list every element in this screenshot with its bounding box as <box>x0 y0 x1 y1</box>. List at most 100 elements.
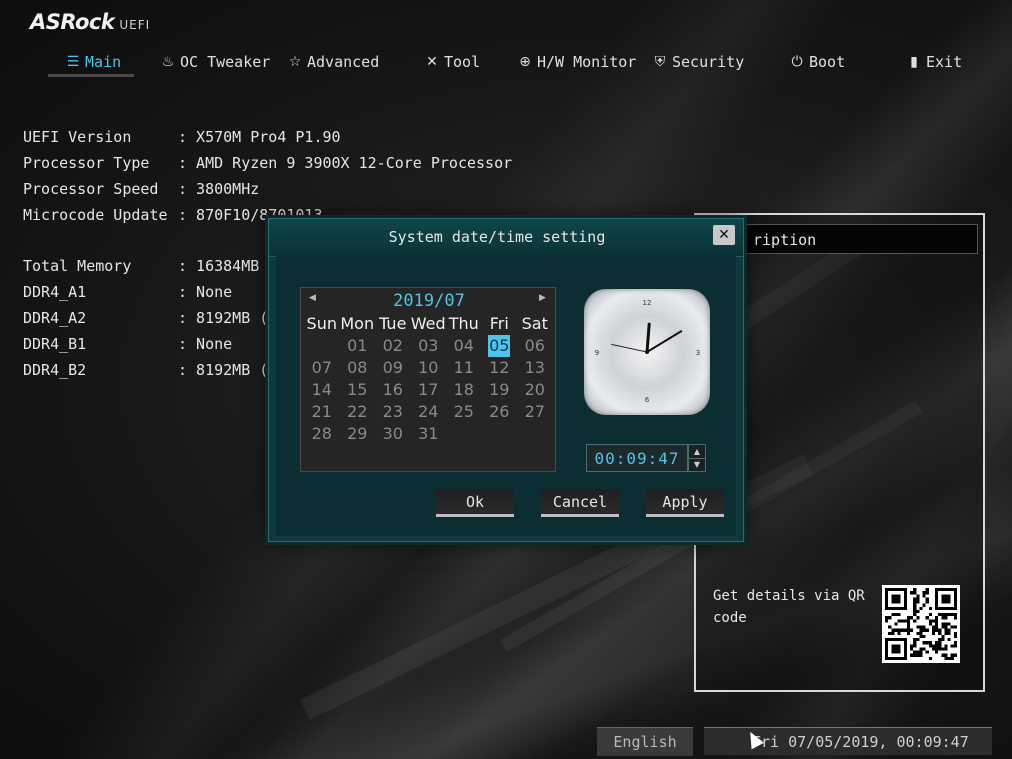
tab-exit[interactable]: ▮ Exit <box>906 50 962 74</box>
qr-module <box>913 641 917 645</box>
calendar-day[interactable]: 20 <box>517 379 553 401</box>
calendar-day[interactable]: 08 <box>340 357 376 379</box>
qr-module <box>941 613 945 617</box>
tab-tool[interactable]: ✕ Tool <box>424 50 480 74</box>
calendar-day[interactable]: 09 <box>375 357 411 379</box>
calendar-day[interactable]: 22 <box>340 401 376 423</box>
next-month-icon[interactable]: ▶ <box>539 293 546 303</box>
tab-label: Exit <box>926 53 963 71</box>
calendar-day[interactable]: 21 <box>304 401 340 423</box>
tab-main[interactable]: ☰ Main <box>65 50 121 74</box>
tab-security[interactable]: ⛨ Security <box>652 50 745 74</box>
qr-module <box>928 606 932 610</box>
calendar-day-selected[interactable]: 05 <box>482 335 518 357</box>
calendar-day[interactable]: 03 <box>411 335 447 357</box>
calendar-day[interactable]: 27 <box>517 401 553 423</box>
calendar-day[interactable]: 12 <box>482 357 518 379</box>
qr-module <box>925 591 929 595</box>
qr-module <box>925 628 929 632</box>
calendar-weekday: Sun <box>306 314 337 333</box>
calendar-day[interactable]: 15 <box>340 379 376 401</box>
calendar-day[interactable]: 31 <box>411 423 447 445</box>
power-icon: ⏻ <box>791 54 803 70</box>
calendar-day[interactable]: 01 <box>340 335 376 357</box>
calendar-day[interactable]: 02 <box>375 335 411 357</box>
qr-module <box>919 628 923 632</box>
calendar-day[interactable]: 23 <box>375 401 411 423</box>
qr-module <box>913 591 917 595</box>
calendar-day[interactable]: 24 <box>411 401 447 423</box>
qr-module <box>931 619 936 623</box>
calendar-day[interactable]: 13 <box>517 357 553 379</box>
calendar-day-label: 29 <box>347 424 368 443</box>
calendar-day[interactable]: 07 <box>304 357 340 379</box>
qr-module <box>906 619 911 623</box>
qr-module <box>941 616 945 620</box>
calendar-weekday: Thu <box>448 314 479 333</box>
calendar-day[interactable]: 04 <box>446 335 482 357</box>
calendar-day[interactable]: 16 <box>375 379 411 401</box>
calendar-day[interactable]: 18 <box>446 379 482 401</box>
tab-hw-monitor[interactable]: ⊕ H/W Monitor <box>517 50 636 74</box>
qr-module <box>913 597 917 601</box>
qr-module <box>953 616 957 620</box>
clock-center <box>645 350 649 354</box>
qr-module <box>938 628 942 632</box>
tab-label: Boot <box>809 53 846 71</box>
asrock-logo: ASRock UEFI <box>30 10 150 34</box>
info-value: : X570M Pro4 P1.90 <box>178 128 341 146</box>
cancel-button[interactable]: Cancel <box>541 489 619 517</box>
qr-module <box>941 625 945 629</box>
calendar-day[interactable]: 06 <box>517 335 553 357</box>
calendar-weekday: Sat <box>521 314 548 333</box>
qr-module <box>931 631 936 635</box>
analog-clock: 12 3 6 9 <box>584 289 710 415</box>
qr-module <box>925 650 929 654</box>
qr-module <box>935 616 939 620</box>
tab-oc-tweaker[interactable]: ♨ OC Tweaker <box>160 50 271 74</box>
qr-module <box>931 625 936 629</box>
calendar-day[interactable]: 30 <box>375 423 411 445</box>
qr-module <box>900 619 904 623</box>
qr-module <box>885 619 889 623</box>
info-row: UEFI Version: X570M Pro4 P1.90 <box>23 128 341 150</box>
tab-advanced[interactable]: ☆ Advanced <box>287 50 380 74</box>
calendar-day-label: 17 <box>418 380 439 399</box>
calendar-day[interactable]: 19 <box>482 379 518 401</box>
tab-boot[interactable]: ⏻ Boot <box>789 50 845 74</box>
calendar-day[interactable]: 28 <box>304 423 340 445</box>
qr-module <box>938 641 942 645</box>
calendar-day[interactable]: 14 <box>304 379 340 401</box>
tab-label: Tool <box>444 53 481 71</box>
qr-module <box>913 650 917 654</box>
calendar-day[interactable]: 26 <box>482 401 518 423</box>
tab-label: H/W Monitor <box>537 53 637 71</box>
calendar-day[interactable]: 11 <box>446 357 482 379</box>
qr-module <box>922 647 926 651</box>
calendar-day-label: 28 <box>311 424 332 443</box>
qr-module <box>944 631 948 635</box>
calendar-day[interactable]: 29 <box>340 423 376 445</box>
language-button[interactable]: English <box>597 727 693 756</box>
qr-module <box>891 631 895 635</box>
qr-module <box>888 625 892 629</box>
time-input[interactable]: 00:09:47 <box>586 444 688 472</box>
calendar-day[interactable]: 17 <box>411 379 447 401</box>
increment-icon[interactable]: ▲ <box>689 445 705 459</box>
qr-module <box>891 613 895 617</box>
qr-module <box>897 613 901 617</box>
qr-module <box>925 600 929 604</box>
qr-module <box>913 609 917 614</box>
qr-module <box>925 588 929 592</box>
calendar-day[interactable]: 10 <box>411 357 447 379</box>
close-icon[interactable]: ✕ <box>713 225 735 245</box>
qr-module <box>935 641 939 645</box>
decrement-icon[interactable]: ▼ <box>689 458 705 471</box>
ok-button[interactable]: Ok <box>436 489 514 517</box>
apply-button[interactable]: Apply <box>646 489 724 517</box>
qr-module <box>906 616 911 620</box>
calendar-day-label: 09 <box>382 358 403 377</box>
calendar-day[interactable]: 25 <box>446 401 482 423</box>
qr-module <box>894 622 898 626</box>
tab-label: Main <box>85 53 122 71</box>
